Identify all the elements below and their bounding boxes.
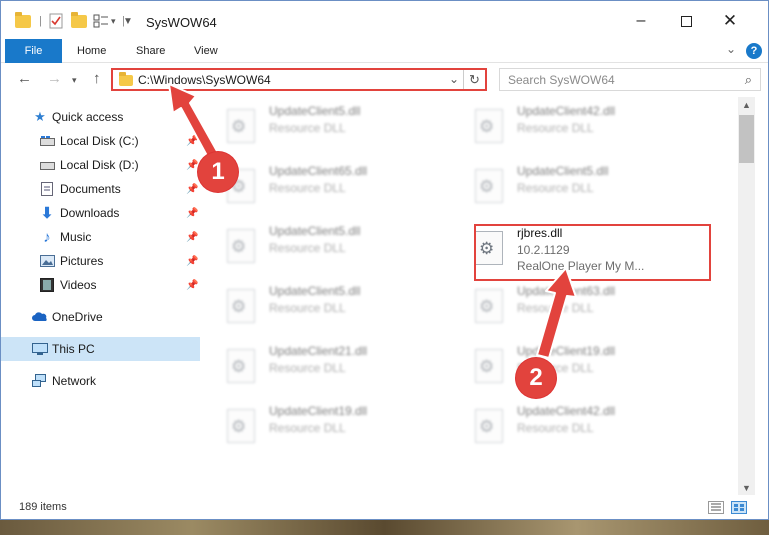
step-1-badge: 1 [198, 152, 238, 192]
step-2-badge: 2 [516, 358, 556, 398]
annotation-arrows [168, 83, 577, 359]
